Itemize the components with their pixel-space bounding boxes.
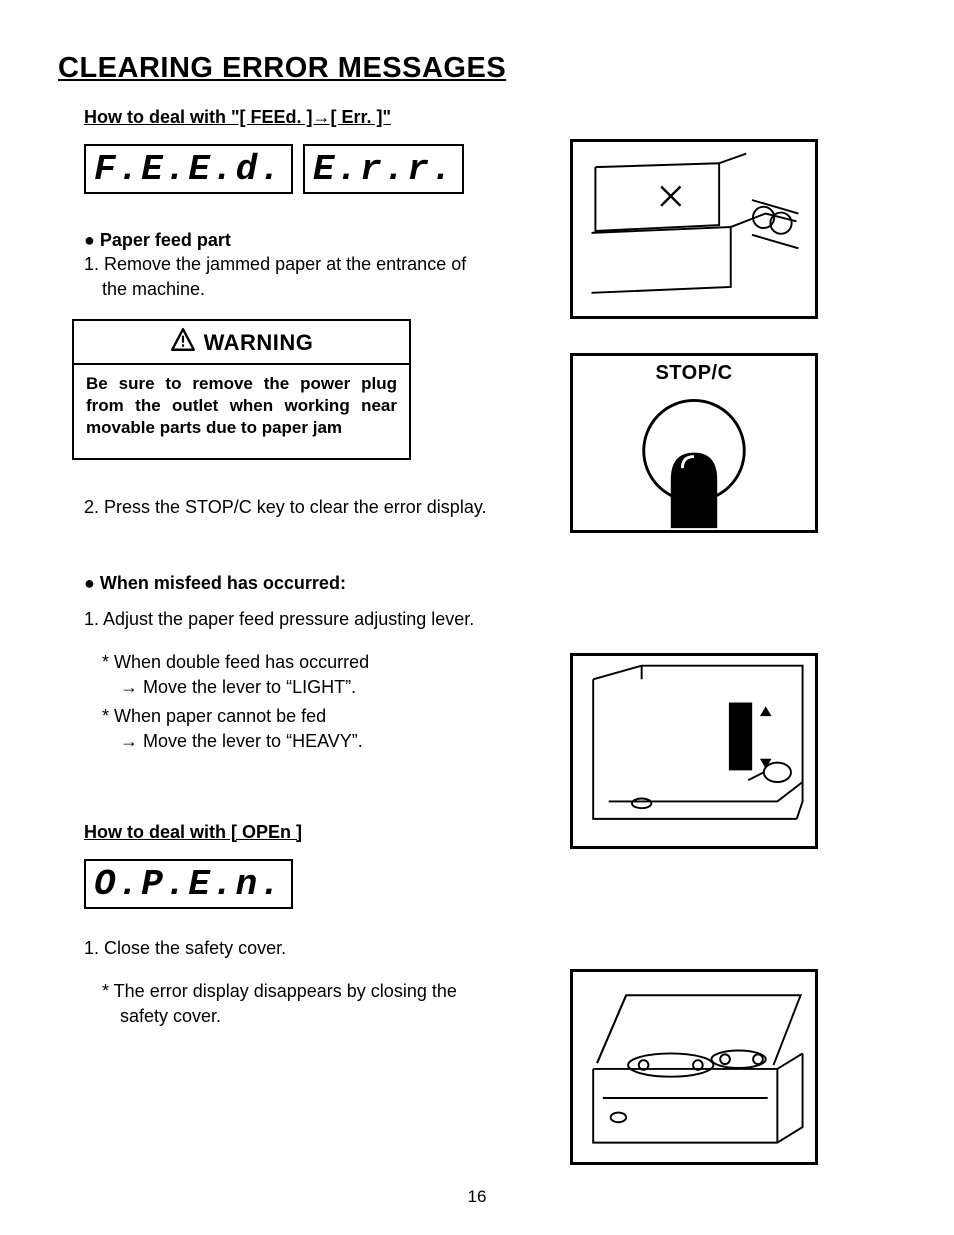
right-column: STOP/C [570,103,820,1165]
lcd-err: E.r.r. [303,144,465,194]
illustration-stopc-button: STOP/C [570,353,818,533]
misfeed-case1b: → Move the lever to “LIGHT”. [84,676,514,699]
illustration-safety-cover [570,969,818,1165]
warning-label: WARNING [204,330,314,356]
paper-feed-part-label: ● Paper feed part [84,230,514,251]
misfeed-step1: 1. Adjust the paper feed pressure adjust… [84,608,514,631]
feed-step2: 2. Press the STOP/C key to clear the err… [84,496,514,519]
paper-feed-step1-line1: 1. Remove the jammed paper at the entran… [84,253,514,276]
misfeed-label: ● When misfeed has occurred: [84,573,514,594]
illustration-feed-lever [570,653,818,849]
warning-box: WARNING Be sure to remove the power plug… [72,319,411,460]
paper-feed-step1-line2: the machine. [84,278,514,301]
lcd-display-feed-err: F.E.E.d. E.r.r. [84,144,514,194]
warning-header: WARNING [74,321,409,365]
page-title: CLEARING ERROR MESSAGES [58,52,866,85]
page-number: 16 [0,1187,954,1207]
misfeed-case2a: * When paper cannot be fed [84,705,514,728]
lcd-feed: F.E.E.d. [84,144,293,194]
warning-icon [170,327,196,359]
misfeed-case2b: → Move the lever to “HEAVY”. [84,730,514,753]
stopc-label: STOP/C [573,362,815,385]
section-feed-heading: How to deal with "[ FEEd. ]→[ Err. ]" [84,107,514,128]
misfeed-case1a: * When double feed has occurred [84,651,514,674]
warning-body: Be sure to remove the power plug from th… [74,365,409,458]
open-note-a: * The error display disappears by closin… [84,980,514,1003]
open-step1: 1. Close the safety cover. [84,937,514,960]
left-column: How to deal with "[ FEEd. ]→[ Err. ]" F.… [58,103,514,1038]
illustration-paper-entrance [570,139,818,319]
section-open-heading: How to deal with [ OPEn ] [84,822,514,843]
open-note-b: safety cover. [84,1005,514,1028]
lcd-open: O.P.E.n. [84,859,293,909]
